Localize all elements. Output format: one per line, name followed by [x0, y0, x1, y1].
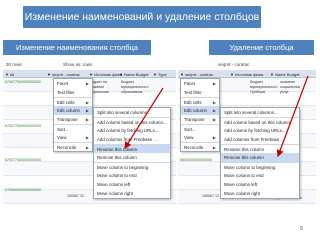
slide-title: Изменение наименований и удаление столбц… — [23, 6, 261, 28]
pointer-arrow-icon — [124, 87, 164, 150]
screenshot-rename-column: 30 rows Show as: rows ▼ All ▼ seqnrt - c… — [3, 60, 176, 208]
pointer-arrow-icon — [276, 75, 309, 158]
label-rename-column: Изменение наименования столбца — [3, 40, 151, 55]
page-number: 5 — [300, 226, 304, 232]
label-remove-column: Удаление столбца — [209, 40, 314, 55]
screenshot-remove-column: seqnrt - contrac ▼ seqnrt - contrac ▼ Ис… — [178, 60, 316, 208]
